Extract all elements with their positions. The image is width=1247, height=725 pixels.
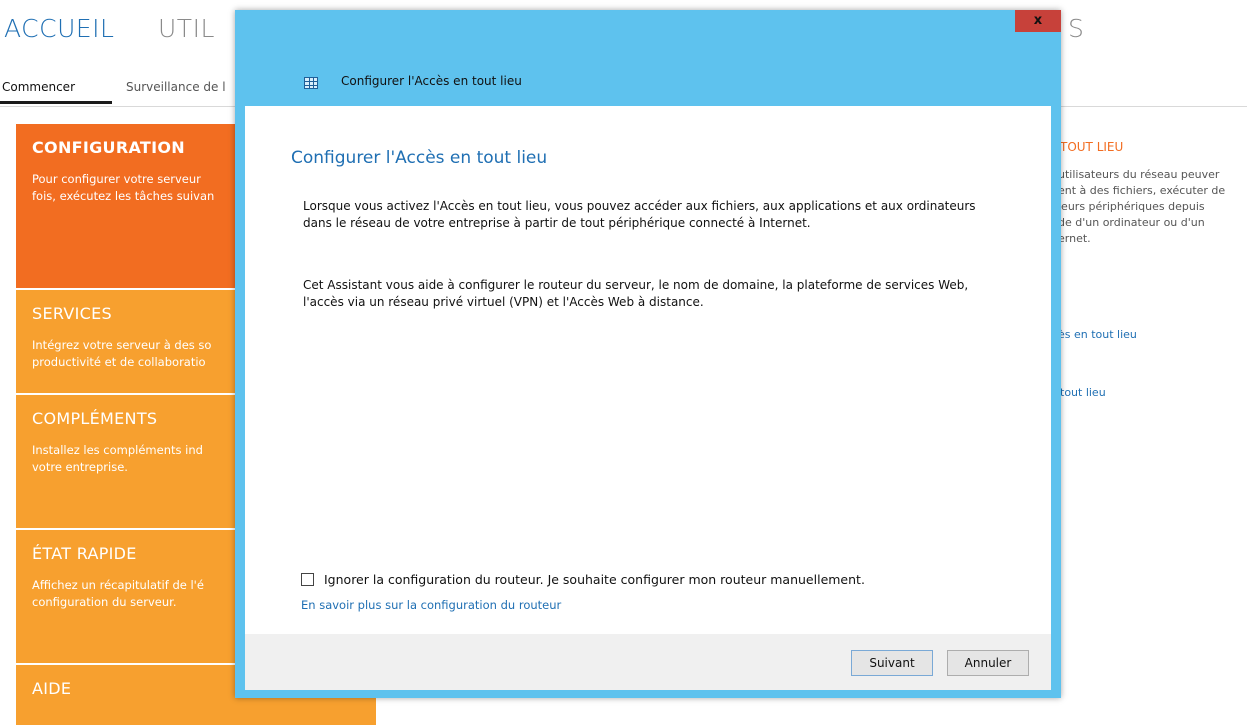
panel-text: utilisateurs du réseau peuver ent à des … [1058,168,1226,245]
wizard-description: Cet Assistant vous aide à configurer le … [303,278,969,309]
dialog-window-title: Configurer l'Accès en tout lieu [341,74,522,88]
intro-paragraph: Lorsque vous activez l'Accès en tout lie… [303,199,976,230]
checkbox-label[interactable]: Ignorer la configuration du routeur. Je … [324,572,865,587]
cancel-button[interactable]: Annuler [947,650,1029,676]
nav-utilisateurs[interactable]: UTIL [158,14,215,43]
dialog-heading: Configurer l'Accès en tout lieu [291,148,548,168]
next-button[interactable]: Suivant [851,650,933,676]
dialog-body: Configurer l'Accès en tout lieu Lorsque … [245,106,1051,634]
close-button[interactable]: x [1015,10,1061,32]
learn-more-router-link[interactable]: En savoir plus sur la configuration du r… [301,598,561,612]
calendar-grid-icon [304,77,318,89]
tab-surveillance[interactable]: Surveillance de l [126,72,226,104]
nav-item-partial[interactable]: S [1068,14,1084,43]
skip-router-option[interactable]: Ignorer la configuration du routeur. Je … [301,569,865,587]
dialog-footer: Suivant Annuler [245,634,1051,690]
panel-link-manage[interactable]: tout lieu [1060,385,1106,401]
dialog-header: Configurer l'Accès en tout lieu [235,48,1061,98]
tab-commencer[interactable]: Commencer [0,72,112,104]
skip-router-checkbox[interactable] [301,573,314,586]
nav-accueil[interactable]: ACCUEIL [4,14,114,43]
panel-link-setup[interactable]: ès en tout lieu [1058,327,1137,343]
configure-anywhere-access-dialog: x Configurer l'Accès en tout lieu Config… [235,10,1061,698]
panel-title: TOUT LIEU [1060,140,1124,154]
